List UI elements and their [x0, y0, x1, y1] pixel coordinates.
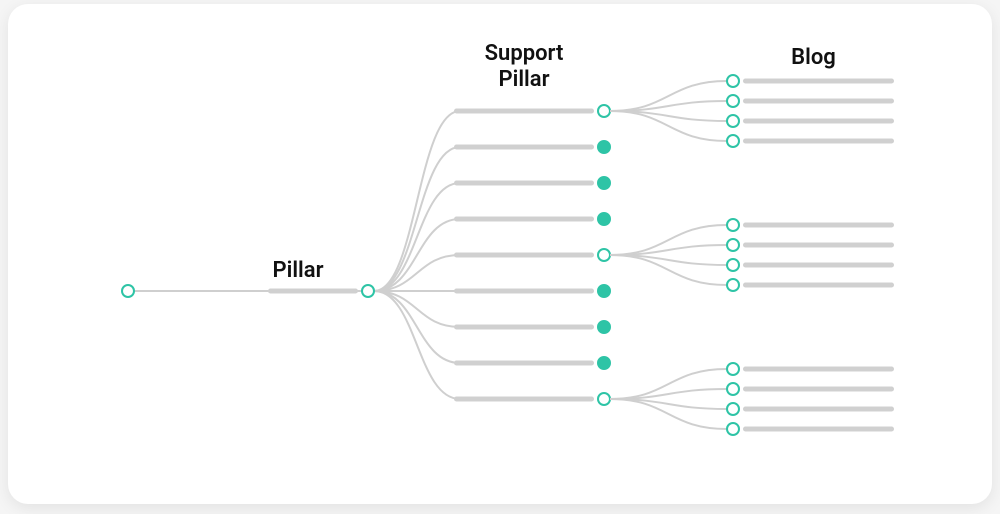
support-bar — [454, 181, 594, 186]
support-node-2 — [598, 177, 610, 189]
blog-node-8-3 — [727, 423, 739, 435]
blog-node-4-0 — [727, 219, 739, 231]
blog-bar — [743, 283, 894, 288]
support-node-6 — [598, 321, 610, 333]
content-hierarchy-diagram: PillarSupportPillarBlog — [8, 4, 992, 504]
blog-bar — [743, 139, 894, 144]
blog-node-8-2 — [727, 403, 739, 415]
connector-curve — [374, 291, 460, 399]
blog: Blog — [791, 45, 836, 70]
blog-node-0-2 — [727, 115, 739, 127]
support-bar — [454, 361, 594, 366]
support-bar — [454, 109, 594, 114]
support-bar — [454, 145, 594, 150]
blog-node-8-1 — [727, 383, 739, 395]
connector-curve — [374, 147, 460, 291]
support-node-5 — [598, 285, 610, 297]
diagram-card: PillarSupportPillarBlog — [8, 4, 992, 504]
support_pillar_line2: Pillar — [499, 67, 550, 92]
support-bar — [454, 217, 594, 222]
blog-bar — [743, 119, 894, 124]
support_pillar_line1: Support — [485, 41, 564, 66]
pillar-node — [362, 285, 374, 297]
blog-node-4-3 — [727, 279, 739, 291]
blog-bar — [743, 263, 894, 268]
connector-curve — [374, 111, 460, 291]
connector-curve — [374, 291, 460, 363]
blog-bar — [743, 79, 894, 84]
blog-bar — [743, 223, 894, 228]
blog-bar — [743, 367, 894, 372]
blog-node-8-0 — [727, 363, 739, 375]
blog-node-0-0 — [727, 75, 739, 87]
support-node-0 — [598, 105, 610, 117]
support-bar — [454, 289, 594, 294]
support-bar — [454, 253, 594, 258]
blog-bar — [743, 387, 894, 392]
support-node-3 — [598, 213, 610, 225]
support-bar — [454, 397, 594, 402]
blog-bar — [743, 407, 894, 412]
blog-node-4-2 — [727, 259, 739, 271]
support-node-1 — [598, 141, 610, 153]
blog-bar — [743, 243, 894, 248]
blog-bar — [743, 99, 894, 104]
blog-node-0-3 — [727, 135, 739, 147]
connector-curve — [374, 291, 460, 327]
connector-curve — [374, 219, 460, 291]
blog-bar — [743, 427, 894, 432]
blog-node-4-1 — [727, 239, 739, 251]
support-node-7 — [598, 357, 610, 369]
blog-node-0-1 — [727, 95, 739, 107]
support-node-4 — [598, 249, 610, 261]
support-bar — [454, 325, 594, 330]
support-node-8 — [598, 393, 610, 405]
pillar: Pillar — [273, 258, 324, 283]
root-node — [122, 285, 134, 297]
root-bar — [268, 289, 358, 294]
